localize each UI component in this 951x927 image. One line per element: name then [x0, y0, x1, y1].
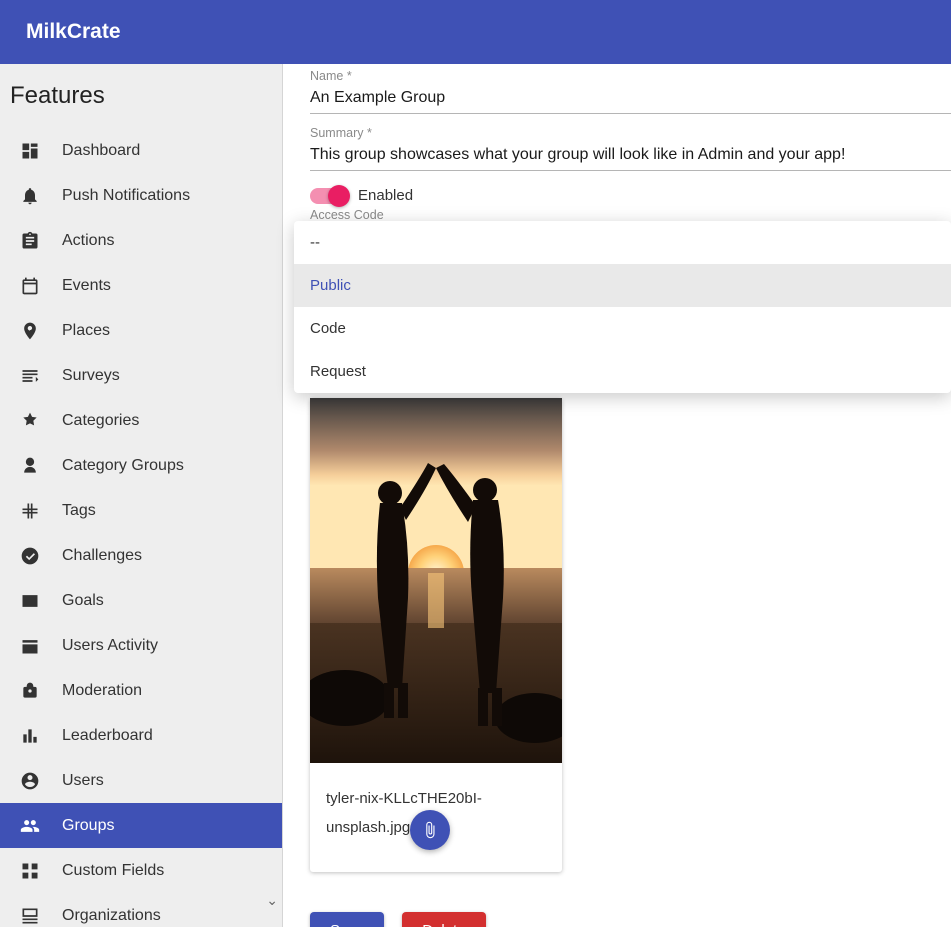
name-label: Name * [283, 69, 951, 83]
sidebar-item-label: Push Notifications [62, 187, 190, 205]
name-input[interactable] [310, 85, 951, 114]
groups-icon [20, 816, 40, 836]
sidebar-item-moderation[interactable]: Moderation [0, 668, 282, 713]
app-title: MilkCrate [26, 20, 121, 44]
users-activity-icon [20, 636, 40, 656]
app-bar: MilkCrate [0, 0, 951, 64]
sidebar-item-label: Custom Fields [62, 862, 164, 880]
sidebar-item-users-activity[interactable]: Users Activity [0, 623, 282, 668]
sidebar-item-label: Places [62, 322, 110, 340]
enabled-toggle[interactable] [310, 188, 346, 204]
sidebar-item-category-groups[interactable]: Category Groups [0, 443, 282, 488]
custom-fields-icon [20, 861, 40, 881]
dropdown-option-code[interactable]: Code [294, 307, 951, 350]
sidebar-item-categories[interactable]: Categories [0, 398, 282, 443]
image-caption-row: tyler-nix-KLLcTHE20bI-unsplash.jpg [310, 763, 562, 872]
sidebar-item-events[interactable]: Events [0, 263, 282, 308]
sidebar-item-label: Users Activity [62, 637, 158, 655]
sidebar-item-push-notifications[interactable]: Push Notifications [0, 173, 282, 218]
chevron-down-icon[interactable]: ⌄ [266, 892, 278, 909]
sidebar-item-label: Leaderboard [62, 727, 153, 745]
sidebar-item-label: Category Groups [62, 457, 184, 475]
delete-button[interactable]: Delete [402, 912, 485, 927]
category-groups-icon [20, 456, 40, 476]
sidebar-item-places[interactable]: Places [0, 308, 282, 353]
group-form: Name * Summary * Enabled Access Code [283, 69, 951, 927]
sidebar-item-leaderboard[interactable]: Leaderboard [0, 713, 282, 758]
sidebar-item-label: Challenges [62, 547, 142, 565]
nav-list: Dashboard Push Notifications Actions Events… [0, 128, 282, 927]
push-notifications-icon [20, 186, 40, 206]
action-buttons: Save Delete [310, 912, 951, 927]
categories-icon [20, 411, 40, 431]
enabled-label: Enabled [358, 187, 413, 204]
sidebar-item-dashboard[interactable]: Dashboard [0, 128, 282, 173]
image-filename: tyler-nix-KLLcTHE20bI-unsplash.jpg [326, 790, 482, 836]
image-card: tyler-nix-KLLcTHE20bI-unsplash.jpg [310, 398, 562, 872]
sidebar: Features Dashboard Push Notifications Acti… [0, 64, 283, 927]
sidebar-item-label: Organizations [62, 907, 161, 925]
sidebar-item-groups[interactable]: Groups [0, 803, 282, 848]
surveys-icon [20, 366, 40, 386]
sidebar-item-label: Users [62, 772, 104, 790]
paperclip-icon [421, 821, 439, 839]
moderation-icon [20, 681, 40, 701]
sidebar-item-label: Groups [62, 817, 114, 835]
summary-field: Summary * [283, 126, 951, 171]
places-icon [20, 321, 40, 341]
main-content: Name * Summary * Enabled Access Code [283, 64, 951, 927]
sidebar-item-organizations[interactable]: Organizations [0, 893, 282, 927]
access-code-label: Access Code [283, 208, 951, 222]
sidebar-item-actions[interactable]: Actions [0, 218, 282, 263]
dashboard-icon [20, 141, 40, 161]
sidebar-item-custom-fields[interactable]: Custom Fields [0, 848, 282, 893]
dropdown-option-none[interactable]: -- [294, 221, 951, 264]
sidebar-header: Features [0, 64, 282, 118]
sidebar-item-surveys[interactable]: Surveys [0, 353, 282, 398]
tags-icon [20, 501, 40, 521]
actions-icon [20, 231, 40, 251]
save-button[interactable]: Save [310, 912, 384, 927]
sidebar-item-challenges[interactable]: Challenges [0, 533, 282, 578]
sidebar-item-label: Tags [62, 502, 96, 520]
sidebar-item-users[interactable]: Users [0, 758, 282, 803]
attach-button[interactable] [410, 810, 450, 850]
goals-icon [20, 591, 40, 611]
users-icon [20, 771, 40, 791]
summary-input[interactable] [310, 142, 951, 171]
dropdown-option-request[interactable]: Request [294, 350, 951, 393]
sidebar-item-label: Goals [62, 592, 104, 610]
sidebar-item-label: Dashboard [62, 142, 140, 160]
sidebar-item-goals[interactable]: Goals [0, 578, 282, 623]
sidebar-item-label: Actions [62, 232, 114, 250]
sidebar-item-label: Surveys [62, 367, 120, 385]
sidebar-item-label: Moderation [62, 682, 142, 700]
sidebar-item-label: Categories [62, 412, 139, 430]
name-field: Name * [283, 69, 951, 114]
group-type-dropdown[interactable]: --PublicCodeRequest [294, 221, 951, 393]
dropdown-option-public[interactable]: Public [294, 264, 951, 307]
organizations-icon [20, 906, 40, 926]
events-icon [20, 276, 40, 296]
group-image [310, 398, 562, 763]
sidebar-item-tags[interactable]: Tags [0, 488, 282, 533]
sidebar-item-label: Events [62, 277, 111, 295]
enabled-row: Enabled [283, 187, 951, 204]
summary-label: Summary * [283, 126, 951, 140]
leaderboard-icon [20, 726, 40, 746]
challenges-icon [20, 546, 40, 566]
